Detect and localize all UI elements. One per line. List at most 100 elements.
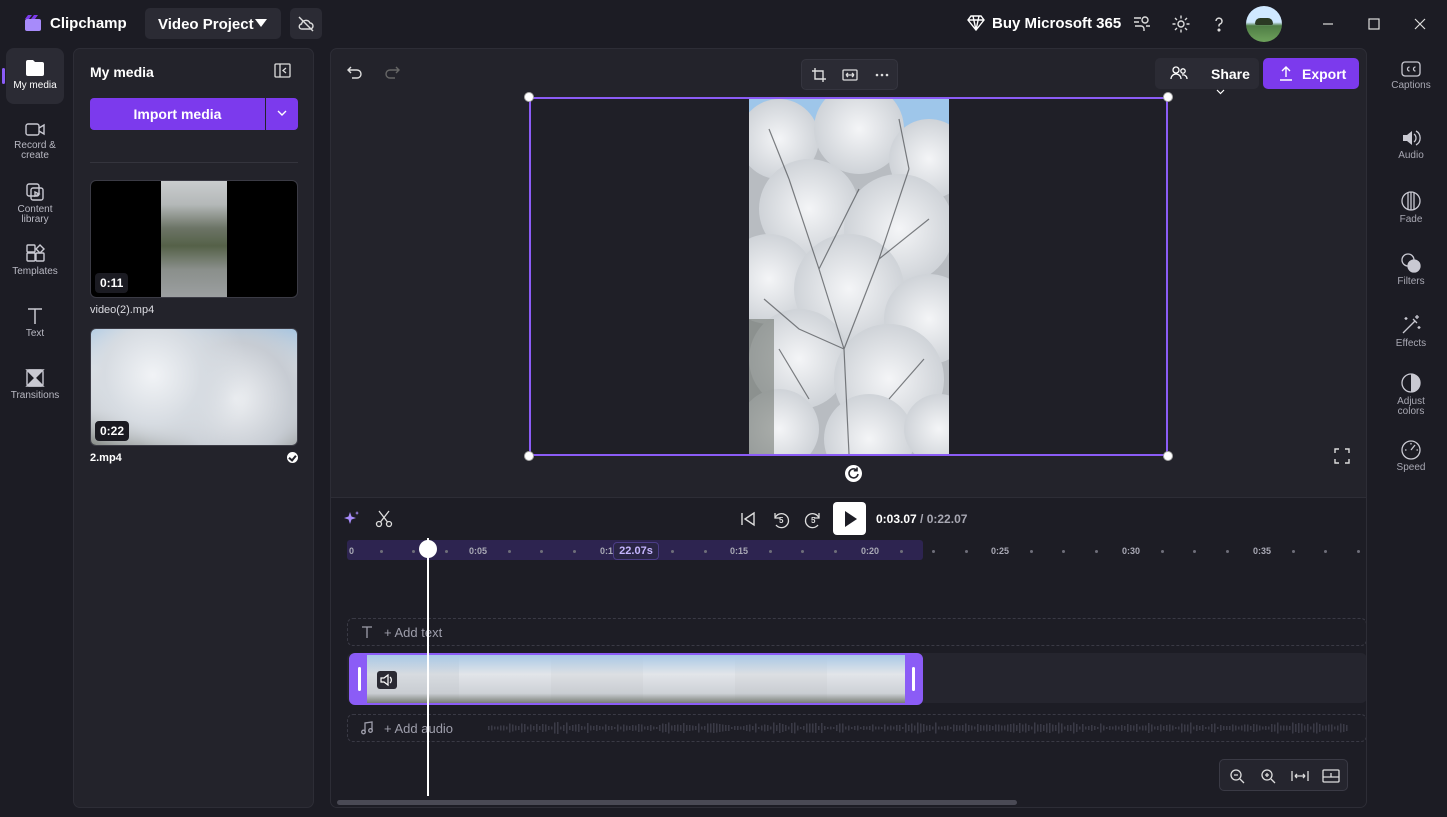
rotate-handle-icon[interactable]: [845, 465, 862, 482]
tick-dot: [1356, 550, 1360, 553]
add-audio-track[interactable]: + Add audio: [347, 714, 1366, 742]
nav-fade[interactable]: Fade: [1383, 184, 1439, 240]
timeline-view-icon[interactable]: [1322, 768, 1340, 784]
fullscreen-icon[interactable]: [1334, 448, 1350, 464]
horizontal-scrollbar[interactable]: [337, 800, 1017, 805]
left-nav: My media Record & create Content library…: [0, 48, 72, 817]
skip-to-start-icon[interactable]: [739, 510, 757, 528]
nav-captions[interactable]: Captions: [1383, 54, 1439, 110]
export-button[interactable]: Export: [1263, 58, 1359, 89]
resize-handle[interactable]: [524, 451, 534, 461]
feedback-icon[interactable]: [1132, 14, 1152, 34]
resize-handle[interactable]: [524, 92, 534, 102]
close-icon[interactable]: [1410, 14, 1430, 34]
zoom-out-icon[interactable]: [1229, 768, 1245, 784]
media-item-thumbnail[interactable]: 0:22: [90, 328, 298, 446]
import-options-dropdown[interactable]: [266, 98, 298, 130]
skip-back-seconds: 5: [779, 516, 784, 525]
tick-dot: [932, 550, 936, 553]
tick-dot: [1225, 550, 1229, 553]
nav-label: Templates: [12, 266, 58, 277]
skip-forward-button[interactable]: 5: [803, 510, 825, 532]
time-display: 0:03.07 / 0:22.07: [876, 512, 967, 526]
maximize-icon[interactable]: [1364, 14, 1384, 34]
minimize-icon[interactable]: [1318, 14, 1338, 34]
video-clip[interactable]: [349, 653, 923, 705]
fit-timeline-icon[interactable]: [1291, 768, 1309, 784]
project-name-dropdown[interactable]: Video Project: [145, 8, 281, 39]
nav-filters[interactable]: Filters: [1383, 246, 1439, 302]
fit-icon[interactable]: [842, 67, 858, 83]
nav-adjust-colors[interactable]: Adjust colors: [1383, 366, 1439, 422]
nav-record-create[interactable]: Record & create: [6, 110, 64, 166]
share-button[interactable]: Share: [1155, 58, 1259, 95]
clip-frame: [827, 655, 905, 703]
zoom-in-icon[interactable]: [1260, 768, 1276, 784]
help-icon[interactable]: [1209, 14, 1229, 34]
tick-label: 0:1: [600, 546, 614, 556]
nav-templates[interactable]: Templates: [6, 234, 64, 290]
tick-label: 0:15: [730, 546, 749, 556]
import-media-button[interactable]: Import media: [90, 98, 265, 130]
clip-trim-start-handle[interactable]: [351, 655, 367, 703]
playhead[interactable]: [427, 538, 429, 796]
speaker-icon: [380, 673, 392, 687]
clipchamp-logo-icon: [25, 15, 41, 31]
nav-label: Content library: [17, 204, 53, 225]
scissors-icon[interactable]: [375, 510, 393, 528]
nav-audio[interactable]: Audio: [1383, 122, 1439, 178]
media-item-thumbnail[interactable]: 0:11: [90, 180, 298, 298]
resize-handle[interactable]: [1163, 92, 1173, 102]
undo-icon[interactable]: [346, 65, 364, 81]
in-timeline-check-icon: [287, 452, 298, 463]
magic-wand-icon: [1402, 315, 1421, 334]
clip-trim-end-handle[interactable]: [905, 655, 921, 703]
crop-icon[interactable]: [811, 67, 827, 83]
tick-dot: [572, 550, 576, 553]
tick-dot: [899, 550, 903, 553]
clip-volume-button[interactable]: [377, 671, 397, 689]
avatar[interactable]: [1246, 6, 1282, 42]
nav-label: Fade: [1399, 214, 1423, 225]
current-time: 0:03.07: [876, 512, 917, 526]
tick-dot: [1029, 550, 1033, 553]
audio-waveform-decoration: [488, 722, 1348, 734]
filters-icon: [1401, 253, 1421, 273]
nav-content-library[interactable]: Content library: [6, 172, 64, 228]
content-library-icon: [26, 183, 44, 201]
nav-text[interactable]: Text: [6, 296, 64, 352]
collapse-panel-icon[interactable]: [274, 63, 291, 78]
tick-dot: [768, 550, 772, 553]
buy-microsoft-365-button[interactable]: Buy Microsoft 365: [967, 15, 1121, 32]
media-item-name: 2.mp4: [90, 452, 122, 464]
nav-label: Text: [25, 328, 45, 339]
nav-my-media[interactable]: My media: [2, 48, 64, 104]
share-label: Share: [1211, 66, 1250, 82]
captions-icon: [1401, 61, 1421, 77]
panel-title: My media: [90, 64, 154, 80]
nav-label: Adjust colors: [1397, 396, 1425, 417]
title-bar: Clipchamp Video Project Buy Microsoft 36…: [0, 0, 1447, 48]
add-text-track[interactable]: + Add text: [347, 618, 1366, 646]
clip-frames: [367, 655, 905, 703]
tick-dot: [379, 550, 383, 553]
tick-dot: [703, 550, 707, 553]
gear-icon[interactable]: [1171, 14, 1191, 34]
nav-transitions[interactable]: Transitions: [6, 358, 64, 414]
playhead-handle[interactable]: [419, 540, 437, 558]
redo-icon[interactable]: [383, 65, 401, 81]
nav-speed[interactable]: Speed: [1383, 432, 1439, 488]
more-icon[interactable]: [875, 67, 889, 83]
nav-effects[interactable]: Effects: [1383, 308, 1439, 364]
tick-label: 0: [349, 546, 355, 556]
text-icon: [362, 626, 372, 638]
duration-badge: 0:11: [95, 273, 129, 293]
resize-handle[interactable]: [1163, 451, 1173, 461]
cloud-sync-button[interactable]: [290, 8, 322, 39]
tick-dot: [507, 550, 511, 553]
play-button[interactable]: [833, 502, 866, 535]
diamond-icon: [967, 15, 985, 31]
sparkle-icon[interactable]: [343, 510, 361, 528]
skip-back-button[interactable]: 5: [771, 510, 793, 532]
video-preview-canvas[interactable]: [529, 97, 1168, 456]
